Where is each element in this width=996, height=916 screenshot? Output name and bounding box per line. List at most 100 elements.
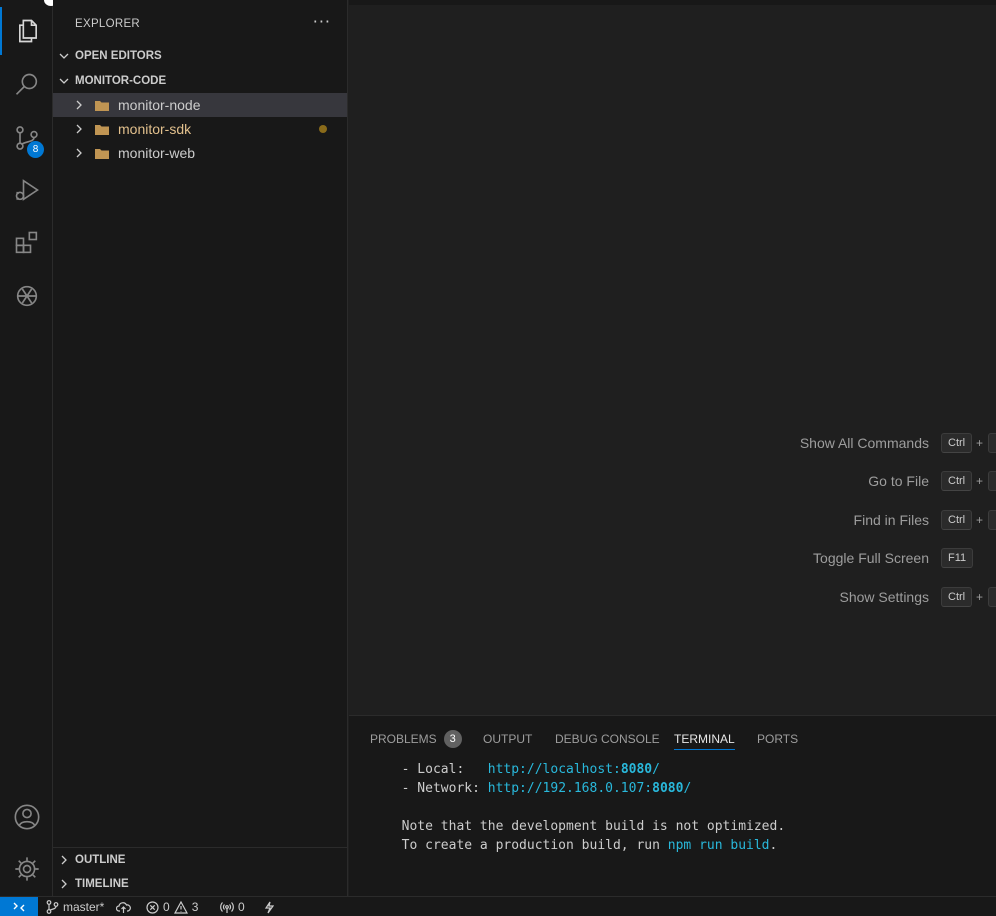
shortcut-label: Show Settings — [839, 589, 930, 605]
tab-label: PROBLEMS — [370, 732, 437, 746]
keybinding: Ctrl — [941, 587, 973, 607]
editor-area: Show All Commands Ctrl + Go to File Ctrl… — [349, 0, 996, 715]
folder-label: monitor-sdk — [118, 121, 192, 137]
shortcut-find-in-files: Find in Files Ctrl + — [349, 509, 996, 531]
network-url[interactable]: http://192.168.0.107:8080/ — [488, 781, 692, 796]
openai-icon — [16, 285, 37, 307]
local-url[interactable]: http://localhost:8080/ — [488, 762, 660, 777]
ports-indicator[interactable]: 0 — [220, 897, 245, 916]
shortcut-label: Find in Files — [853, 512, 929, 528]
keybinding — [988, 471, 996, 491]
more-actions-button[interactable]: ··· — [313, 12, 331, 31]
chevron-right-icon — [61, 879, 67, 889]
shortcut-go-to-file: Go to File Ctrl + — [349, 470, 996, 492]
keybinding-plus: + — [976, 590, 984, 604]
shortcut-show-all-commands: Show All Commands Ctrl + — [349, 432, 996, 454]
sync-button[interactable] — [116, 897, 135, 916]
shortcut-label: Toggle Full Screen — [813, 550, 929, 566]
warning-count: 3 — [191, 900, 199, 914]
run-debug-icon — [15, 179, 39, 201]
chevron-right-icon — [61, 855, 67, 865]
build-command: npm run build — [667, 838, 770, 853]
keybinding — [988, 510, 996, 530]
openai-button[interactable] — [0, 272, 53, 320]
manage-button[interactable] — [0, 845, 53, 893]
open-editors-section[interactable]: OPEN EDITORS — [53, 45, 347, 67]
problems-count-badge: 3 — [443, 730, 462, 748]
git-branch-icon — [46, 900, 59, 914]
shortcut-toggle-full-screen: Toggle Full Screen F11 — [349, 547, 996, 569]
account-button[interactable] — [0, 793, 53, 841]
folder-icon — [95, 100, 109, 111]
chevron-right-icon — [76, 124, 82, 134]
error-count: 0 — [163, 900, 170, 914]
folder-monitor-sdk[interactable]: monitor-sdk — [53, 117, 347, 141]
extensions-icon — [15, 231, 37, 254]
folder-icon — [95, 148, 109, 159]
tab-debug-console[interactable]: DEBUG CONSOLE — [555, 728, 660, 750]
folder-label: monitor-node — [118, 97, 201, 113]
broadcast-icon — [220, 901, 234, 913]
folder-monitor-web[interactable]: monitor-web — [53, 141, 347, 165]
workspace-section[interactable]: MONITOR-CODE — [53, 70, 347, 92]
error-icon — [146, 900, 159, 914]
outline-label: OUTLINE — [75, 854, 126, 866]
keybinding: Ctrl — [941, 510, 973, 530]
branch-indicator[interactable]: master* — [46, 897, 104, 916]
shortcut-show-settings: Show Settings Ctrl + — [349, 586, 996, 608]
remote-icon — [13, 902, 25, 912]
keybinding: Ctrl — [941, 433, 973, 453]
timeline-section[interactable]: TIMELINE — [53, 873, 347, 895]
open-editors-label: OPEN EDITORS — [75, 50, 162, 62]
search-button[interactable] — [0, 61, 53, 109]
tab-ports[interactable]: PORTS — [757, 728, 798, 750]
warning-icon — [173, 900, 188, 914]
folder-monitor-node[interactable]: monitor-node — [53, 93, 347, 117]
terminal-line-note: Note that the development build is not o… — [386, 819, 786, 834]
bottom-panel: PROBLEMS 3 OUTPUT DEBUG CONSOLE TERMINAL… — [349, 715, 996, 896]
keybinding — [988, 433, 996, 453]
branch-name: master* — [63, 900, 105, 914]
tab-problems[interactable]: PROBLEMS 3 — [370, 728, 462, 750]
search-icon — [15, 73, 37, 95]
explorer-sidebar: EXPLORER ··· OPEN EDITORS MONITOR-CODE m… — [53, 0, 348, 896]
keybinding-plus: + — [976, 513, 984, 527]
folder-icon — [95, 124, 109, 135]
keybinding — [988, 587, 996, 607]
chevron-right-icon — [76, 148, 82, 158]
chevron-down-icon — [59, 78, 69, 84]
tab-output[interactable]: OUTPUT — [483, 728, 532, 750]
power-button[interactable] — [264, 897, 278, 916]
workspace-label: MONITOR-CODE — [75, 75, 167, 87]
source-control-button[interactable]: 8 — [0, 114, 53, 162]
gear-icon — [14, 857, 39, 881]
outline-section[interactable]: OUTLINE — [53, 849, 347, 871]
explorer-button[interactable] — [0, 7, 53, 55]
ports-count: 0 — [238, 900, 245, 914]
status-bar: master* 0 3 0 — [0, 896, 996, 916]
problems-indicator[interactable]: 0 3 — [146, 897, 198, 916]
timeline-label: TIMELINE — [75, 878, 129, 890]
chevron-right-icon — [76, 100, 82, 110]
account-icon — [14, 804, 39, 830]
run-debug-button[interactable] — [0, 166, 53, 214]
modified-indicator — [319, 125, 327, 133]
sidebar-title: EXPLORER — [75, 18, 141, 30]
lightning-icon — [264, 901, 274, 913]
remote-button[interactable] — [0, 897, 38, 916]
keybinding-plus: + — [976, 474, 984, 488]
cloud-upload-icon — [116, 901, 131, 913]
activity-bar: 8 — [0, 0, 53, 896]
shortcut-label: Show All Commands — [799, 435, 929, 451]
extensions-button[interactable] — [0, 219, 53, 267]
chevron-down-icon — [59, 53, 69, 59]
files-icon — [18, 19, 37, 43]
folder-label: monitor-web — [118, 145, 196, 161]
terminal-line-network: - Network: http://192.168.0.107:8080/ — [386, 781, 692, 796]
terminal-line-local: - Local: http://localhost:8080/ — [386, 762, 660, 777]
shortcut-label: Go to File — [868, 473, 929, 489]
source-control-badge: 8 — [27, 141, 44, 158]
keybinding: F11 — [941, 548, 974, 568]
tab-terminal[interactable]: TERMINAL — [674, 728, 735, 750]
terminal-line-build: To create a production build, run npm ru… — [386, 838, 778, 853]
